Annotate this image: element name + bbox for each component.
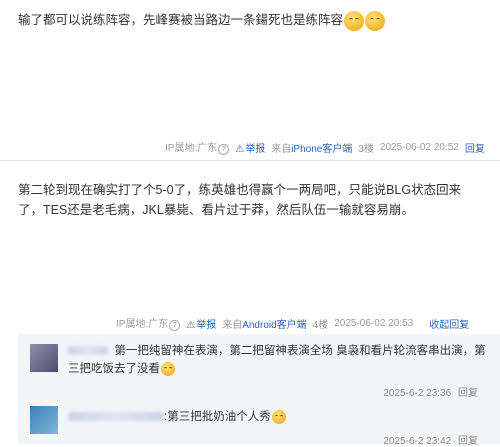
client-source: 来自iPhone客户端 xyxy=(271,143,353,155)
warning-icon: ⚠ xyxy=(235,143,245,155)
avatar[interactable] xyxy=(30,344,58,372)
post-content: 输了都可以说练阵容，先峰赛被当路边一条鍚死也是练阵容 xyxy=(0,10,500,31)
client-link[interactable]: Android客户端 xyxy=(242,320,306,331)
floor-number: 4楼 xyxy=(312,319,329,331)
reply-time: 2025-6-2 23:36 xyxy=(383,388,452,399)
reply-link[interactable]: 回复 xyxy=(458,388,478,399)
post-time: 2025-06-02 20:53 xyxy=(334,317,414,329)
client-link[interactable]: iPhone客户端 xyxy=(291,144,352,155)
report-link[interactable]: ⚠举报 xyxy=(186,316,216,331)
client-source: 来自Android客户端 xyxy=(222,319,307,331)
collapse-replies-link[interactable]: 收起回复 xyxy=(429,316,469,331)
post-meta: IP属地:广东? ⚠举报 来自iPhone客户端 3楼 2025-06-02 2… xyxy=(165,139,485,155)
reply-text: 第一把纯留神在表演，第二把留神表演全场 臭袅和看片轮流客串出演，第三把吃饭去了没… xyxy=(68,345,486,375)
reply-meta: 2025-6-2 23:36 回复 xyxy=(383,384,478,399)
help-icon[interactable]: ? xyxy=(218,144,230,155)
post-divider xyxy=(0,160,500,161)
reply-list: 第一把纯留神在表演，第二把留神表演全场 臭袅和看片轮流客串出演，第三把吃饭去了没… xyxy=(18,334,500,447)
warning-icon: ⚠ xyxy=(186,319,196,331)
username[interactable] xyxy=(68,412,164,422)
smile-emoji-icon xyxy=(161,361,175,376)
reply-text: :第三把批奶油个人秀 xyxy=(164,411,271,423)
floor-number: 3楼 xyxy=(358,143,374,155)
smile-emoji-icon xyxy=(365,10,386,31)
smile-emoji-icon xyxy=(344,10,365,31)
ip-location: IP属地:广东? xyxy=(165,139,230,155)
reply-link[interactable]: 回复 xyxy=(458,436,478,447)
ip-location: IP属地:广东? xyxy=(116,315,181,331)
help-icon[interactable]: ? xyxy=(169,320,181,331)
reply-link[interactable]: 回复 xyxy=(465,140,485,155)
username[interactable] xyxy=(68,346,108,356)
reply-content: 第一把纯留神在表演，第二把留神表演全场 臭袅和看片轮流客串出演，第三把吃饭去了没… xyxy=(68,342,492,378)
avatar[interactable] xyxy=(30,406,58,434)
reply-content: :第三把批奶油个人秀 xyxy=(68,408,492,426)
smile-emoji-icon xyxy=(271,409,286,424)
post-time: 2025-06-02 20:52 xyxy=(379,141,459,153)
report-link[interactable]: ⚠举报 xyxy=(235,140,265,155)
post-meta: IP属地:广东? ⚠举报 来自Android客户端 4楼 2025-06-02 … xyxy=(116,315,469,331)
post-content: 第二轮到现在确实打了个5-0了，练英雄也得赢个一两局吧，只能说BLG状态回来了，… xyxy=(18,183,462,217)
reply-time: 2025-6-2 23:42 xyxy=(383,436,452,447)
post-text: 输了都可以说练阵容，先峰赛被当路边一条鍚死也是练阵容 xyxy=(18,13,344,27)
